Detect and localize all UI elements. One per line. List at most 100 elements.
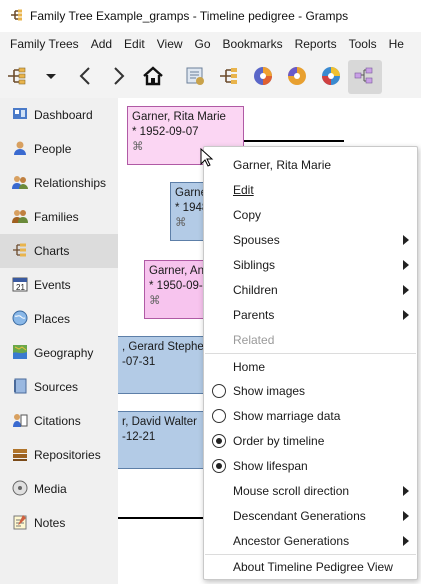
sidebar-item-media[interactable]: Media	[0, 472, 118, 506]
sidebar-item-label: Citations	[34, 414, 81, 428]
sidebar-item-sources[interactable]: Sources	[0, 370, 118, 404]
citations-icon	[12, 412, 28, 431]
menu-divider	[205, 353, 416, 354]
submenu-arrow-icon	[403, 260, 409, 270]
two-way-fan-icon	[320, 65, 342, 90]
sidebar-item-label: Geography	[34, 346, 94, 360]
back-button[interactable]	[68, 60, 102, 94]
person-box[interactable]: r, David Walter -12-21	[118, 411, 210, 469]
sidebar-item-relationships[interactable]: Relationships	[0, 166, 118, 200]
sidebar-item-notes[interactable]: Notes	[0, 506, 118, 540]
title-bar: Family Tree Example_gramps - Timeline pe…	[0, 0, 421, 32]
menu-item-show-images[interactable]: Show images	[204, 379, 417, 403]
menu-item-ancestor-generations[interactable]: Ancestor Generations	[204, 529, 417, 553]
menu-label: Garner, Rita Marie	[233, 158, 332, 172]
places-icon	[12, 310, 28, 329]
menu-label: Home	[233, 360, 266, 374]
menu-edit[interactable]: Edit	[118, 32, 151, 56]
context-menu: Garner, Rita Marie Edit Copy Spouses Sib…	[203, 146, 418, 580]
app-icon	[10, 8, 24, 25]
person-date: * 1948	[175, 202, 209, 214]
menu-item-home[interactable]: Home	[204, 355, 417, 379]
sources-icon	[12, 378, 28, 397]
sidebar-item-citations[interactable]: Citations	[0, 404, 118, 438]
menu-item-spouses[interactable]: Spouses	[204, 228, 417, 252]
sidebar-item-charts[interactable]: Charts	[0, 234, 118, 268]
sidebar-item-label: Events	[34, 278, 71, 292]
menu-label: Mouse scroll direction	[233, 484, 350, 498]
menu-view[interactable]: View	[151, 32, 189, 56]
tree-view-button[interactable]	[0, 60, 34, 94]
sidebar-item-label: Media	[34, 482, 67, 496]
two-way-fan-button[interactable]	[314, 60, 348, 94]
sidebar-item-repositories[interactable]: Repositories	[0, 438, 118, 472]
dashboard-icon	[12, 106, 28, 125]
menu-item-related: Related	[204, 328, 417, 352]
menu-item-siblings[interactable]: Siblings	[204, 253, 417, 277]
menu-item-copy[interactable]: Copy	[204, 203, 417, 227]
descendant-fan-icon	[286, 65, 308, 90]
person-box[interactable]: Garner, An * 1950-09- ⌘	[144, 260, 210, 319]
menu-label: Children	[233, 283, 278, 297]
sidebar-item-places[interactable]: Places	[0, 302, 118, 336]
person-name: Garne	[175, 187, 207, 199]
menu-family-trees[interactable]: Family Trees	[0, 32, 85, 56]
menu-item-children[interactable]: Children	[204, 278, 417, 302]
person-name: r, David Walter	[122, 416, 197, 428]
sidebar-item-geography[interactable]: Geography	[0, 336, 118, 370]
menu-item-edit[interactable]: Edit	[204, 178, 417, 202]
submenu-arrow-icon	[403, 536, 409, 546]
menu-label: Copy	[233, 208, 262, 222]
sidebar-item-label: Dashboard	[34, 108, 93, 122]
radio-on-icon	[212, 459, 226, 473]
menu-bookmarks[interactable]: Bookmarks	[217, 32, 289, 56]
pedigree-view-button[interactable]	[212, 60, 246, 94]
menu-item-parents[interactable]: Parents	[204, 303, 417, 327]
navigator-sidebar: Dashboard People Relationships Families …	[0, 98, 118, 584]
dropdown-button[interactable]	[34, 60, 68, 94]
connector-line	[244, 140, 344, 142]
timeline-pedigree-icon	[354, 66, 376, 89]
radio-on-icon	[212, 434, 226, 448]
submenu-arrow-icon	[403, 310, 409, 320]
menu-reports[interactable]: Reports	[289, 32, 343, 56]
menu-item-show-marriage[interactable]: Show marriage data	[204, 404, 417, 428]
menu-item-show-lifespan[interactable]: Show lifespan	[204, 454, 417, 478]
menu-item-person-header[interactable]: Garner, Rita Marie	[204, 153, 417, 177]
fan-chart-button[interactable]	[246, 60, 280, 94]
person-box[interactable]: , Gerard Stephen -07-31	[118, 336, 210, 394]
repositories-icon	[12, 446, 28, 465]
forward-button[interactable]	[102, 60, 136, 94]
descendant-fan-button[interactable]	[280, 60, 314, 94]
sidebar-item-dashboard[interactable]: Dashboard	[0, 98, 118, 132]
menu-go[interactable]: Go	[189, 32, 217, 56]
geography-icon	[12, 344, 28, 363]
mouse-cursor-icon	[200, 147, 214, 171]
menu-add[interactable]: Add	[85, 32, 118, 56]
menu-label: Descendant Generations	[233, 509, 366, 523]
timeline-pedigree-button[interactable]	[348, 60, 382, 94]
sidebar-item-families[interactable]: Families	[0, 200, 118, 234]
sidebar-item-events[interactable]: 21 Events	[0, 268, 118, 302]
window-title: Family Tree Example_gramps - Timeline pe…	[30, 9, 349, 23]
config-view-button[interactable]	[178, 60, 212, 94]
menu-item-descendant-generations[interactable]: Descendant Generations	[204, 504, 417, 528]
person-name: Garner, Rita Marie	[132, 111, 226, 123]
menu-tools[interactable]: Tools	[343, 32, 383, 56]
menu-help[interactable]: He	[383, 32, 410, 56]
person-mark: ⌘	[175, 217, 187, 229]
menu-label: Related	[233, 333, 275, 347]
sidebar-item-people[interactable]: People	[0, 132, 118, 166]
menu-label: Show marriage data	[233, 409, 341, 423]
tree-icon	[6, 66, 28, 89]
menu-label: Show images	[233, 384, 306, 398]
submenu-arrow-icon	[403, 285, 409, 295]
radio-off-icon	[212, 384, 226, 398]
menu-item-order-timeline[interactable]: Order by timeline	[204, 429, 417, 453]
menu-item-scroll-direction[interactable]: Mouse scroll direction	[204, 479, 417, 503]
sidebar-item-label: People	[34, 142, 72, 156]
menu-bar: Family Trees Add Edit View Go Bookmarks …	[0, 32, 421, 56]
home-button[interactable]	[136, 60, 170, 94]
menu-item-about[interactable]: About Timeline Pedigree View	[204, 555, 417, 579]
sidebar-item-label: Relationships	[34, 176, 107, 190]
